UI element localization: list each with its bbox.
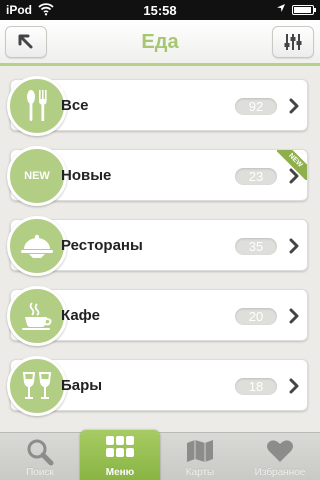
new-badge-text: NEW [24, 170, 50, 182]
filter-settings-button[interactable] [272, 26, 314, 58]
tab-search[interactable]: Поиск [0, 433, 80, 480]
category-label: Новые [61, 167, 112, 184]
chevron-right-icon [289, 378, 299, 394]
new-badge-icon: NEW [7, 146, 67, 206]
battery-icon [292, 5, 316, 15]
chevron-right-icon [289, 98, 299, 114]
category-item-all[interactable]: Все 92 [7, 76, 308, 136]
category-count: 92 [235, 98, 277, 115]
tab-label: Карты [185, 467, 215, 478]
sliders-icon [284, 34, 302, 50]
category-count: 23 [235, 168, 277, 185]
category-label: Бары [61, 377, 103, 394]
category-count: 35 [235, 238, 277, 255]
search-icon [27, 439, 54, 466]
category-label: Все [61, 97, 89, 114]
chevron-right-icon [289, 308, 299, 324]
tab-maps[interactable]: Карты [160, 433, 240, 480]
tab-menu[interactable]: Меню [80, 430, 160, 480]
category-item-restaurants[interactable]: Рестораны 35 [7, 216, 308, 276]
grid-icon [106, 436, 134, 457]
tab-label: Меню [105, 467, 135, 478]
tab-label: Избранное [254, 467, 306, 478]
tab-favorites[interactable]: Избранное [240, 433, 320, 480]
status-bar: iPod 15:58 [0, 0, 320, 20]
category-item-new[interactable]: NEW Новые 23 NEW [7, 146, 308, 206]
category-item-bars[interactable]: Бары 18 [7, 356, 308, 416]
chevron-right-icon [289, 238, 299, 254]
tab-label: Поиск [26, 467, 54, 478]
heart-icon [267, 440, 293, 462]
category-label: Рестораны [61, 237, 143, 254]
category-count: 18 [235, 378, 277, 395]
wine-glasses-icon [7, 356, 67, 416]
coffee-cup-icon [7, 286, 67, 346]
new-ribbon: NEW [277, 150, 307, 180]
tab-bar: Поиск Меню Карты Избранное [0, 430, 320, 480]
category-item-cafe[interactable]: Кафе 20 [7, 286, 308, 346]
category-label: Кафе [61, 307, 100, 324]
new-ribbon-text: NEW [277, 150, 307, 180]
nav-header: Еда [0, 20, 320, 66]
clock: 15:58 [143, 3, 177, 18]
location-icon [276, 3, 286, 16]
category-count: 20 [235, 308, 277, 325]
cutlery-icon [7, 76, 67, 136]
map-icon [187, 440, 213, 462]
cloche-icon [7, 216, 67, 276]
